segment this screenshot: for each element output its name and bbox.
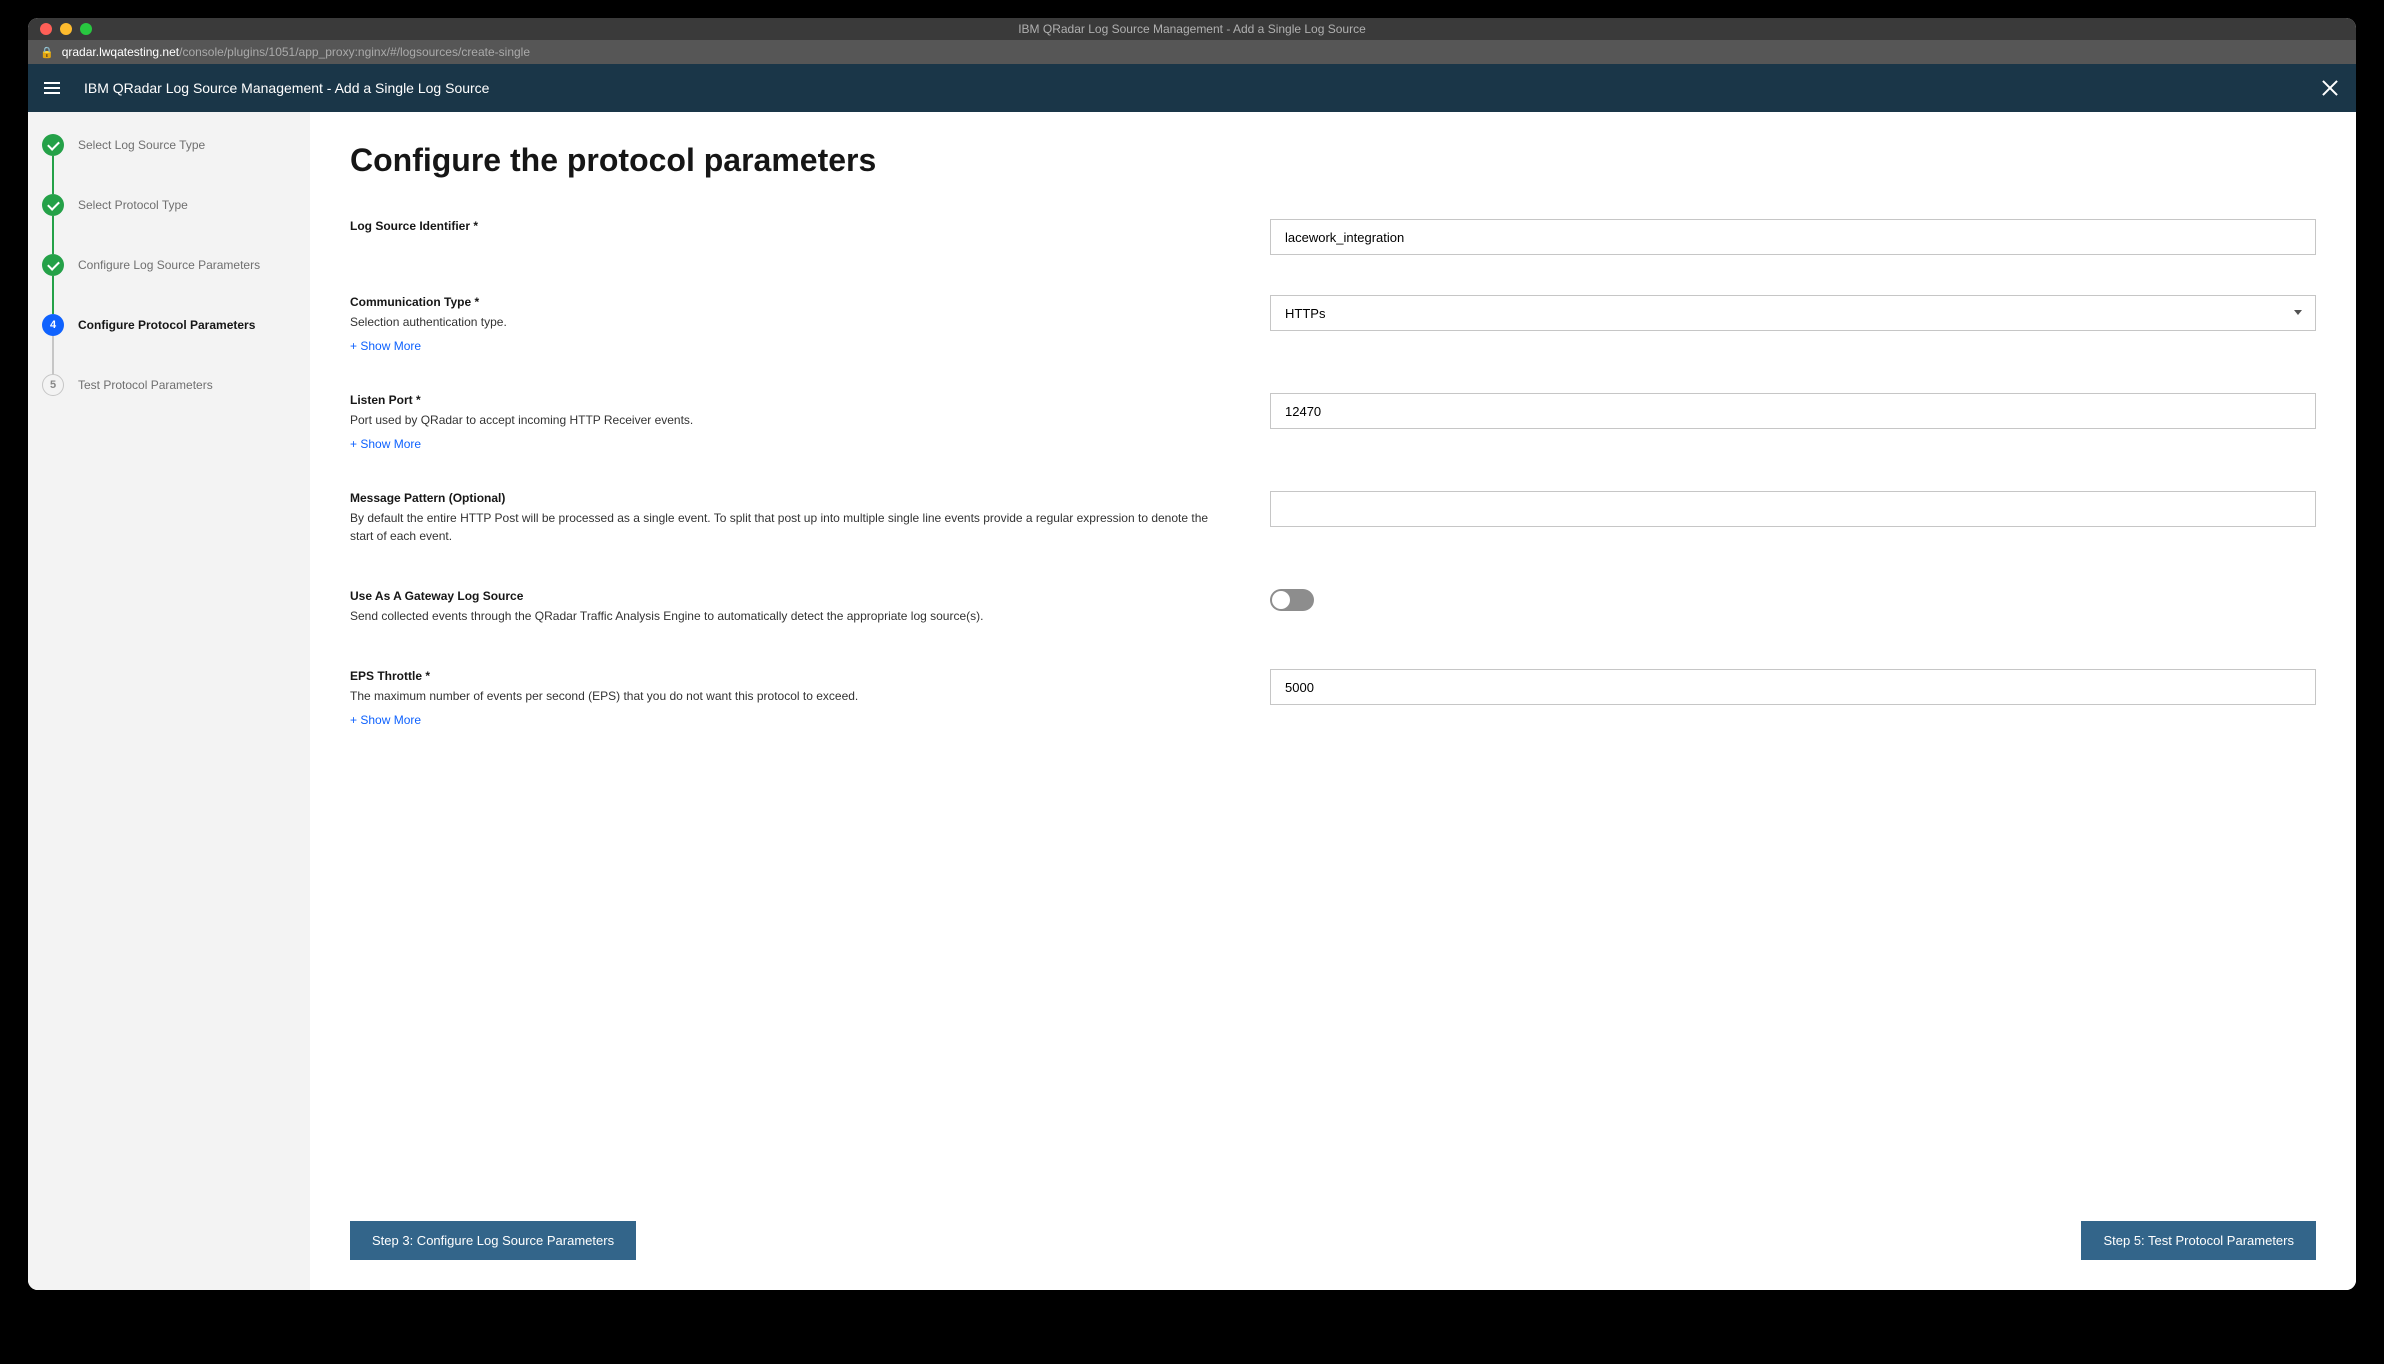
form-content: Configure the protocol parameters Log So…: [310, 112, 2356, 1221]
step-configure-log-source-parameters[interactable]: Configure Log Source Parameters: [42, 254, 296, 276]
communication-type-select[interactable]: HTTPs: [1270, 295, 2316, 331]
browser-urlbar[interactable]: 🔒 qradar.lwqatesting.net/console/plugins…: [28, 40, 2356, 64]
desc-message-pattern: By default the entire HTTP Post will be …: [350, 509, 1230, 545]
label-gateway: Use As A Gateway Log Source: [350, 589, 1230, 603]
close-icon[interactable]: [2320, 78, 2340, 98]
label-log-source-identifier: Log Source Identifier *: [350, 219, 1230, 233]
wizard-footer: Step 3: Configure Log Source Parameters …: [310, 1221, 2356, 1290]
eps-throttle-input[interactable]: [1270, 669, 2316, 705]
toggle-knob-icon: [1272, 591, 1290, 609]
app-body: Select Log Source Type Select Protocol T…: [28, 112, 2356, 1290]
show-more-communication-type[interactable]: + Show More: [350, 339, 421, 353]
step-select-log-source-type[interactable]: Select Log Source Type: [42, 134, 296, 156]
row-listen-port: Listen Port * Port used by QRadar to acc…: [350, 393, 2316, 451]
desc-gateway: Send collected events through the QRadar…: [350, 607, 1230, 625]
row-eps-throttle: EPS Throttle * The maximum number of eve…: [350, 669, 2316, 727]
label-message-pattern: Message Pattern (Optional): [350, 491, 1230, 505]
desc-eps-throttle: The maximum number of events per second …: [350, 687, 1230, 705]
desc-listen-port: Port used by QRadar to accept incoming H…: [350, 411, 1230, 429]
wizard-steps-sidebar: Select Log Source Type Select Protocol T…: [28, 112, 310, 1290]
check-icon: [50, 141, 57, 150]
desc-communication-type: Selection authentication type.: [350, 313, 1230, 331]
lock-icon: 🔒: [40, 46, 54, 59]
app-window: IBM QRadar Log Source Management - Add a…: [28, 18, 2356, 1290]
message-pattern-input[interactable]: [1270, 491, 2316, 527]
row-message-pattern: Message Pattern (Optional) By default th…: [350, 491, 2316, 549]
app-header: IBM QRadar Log Source Management - Add a…: [28, 64, 2356, 112]
label-listen-port: Listen Port *: [350, 393, 1230, 407]
step-configure-protocol-parameters[interactable]: 4 Configure Protocol Parameters: [42, 314, 296, 336]
window-title: IBM QRadar Log Source Management - Add a…: [28, 22, 2356, 36]
label-eps-throttle: EPS Throttle *: [350, 669, 1230, 683]
page-title: Configure the protocol parameters: [350, 142, 2316, 179]
row-communication-type: Communication Type * Selection authentic…: [350, 295, 2316, 353]
url-path: /console/plugins/1051/app_proxy:nginx/#/…: [179, 45, 530, 59]
show-more-listen-port[interactable]: + Show More: [350, 437, 421, 451]
url-domain: qradar.lwqatesting.net: [62, 45, 179, 59]
app-header-title: IBM QRadar Log Source Management - Add a…: [84, 80, 489, 96]
label-communication-type: Communication Type *: [350, 295, 1230, 309]
listen-port-input[interactable]: [1270, 393, 2316, 429]
step-test-protocol-parameters[interactable]: 5 Test Protocol Parameters: [42, 374, 296, 396]
check-icon: [50, 261, 57, 270]
back-button[interactable]: Step 3: Configure Log Source Parameters: [350, 1221, 636, 1260]
row-log-source-identifier: Log Source Identifier *: [350, 219, 2316, 255]
main-panel: Configure the protocol parameters Log So…: [310, 112, 2356, 1290]
gateway-toggle[interactable]: [1270, 589, 1314, 611]
next-button[interactable]: Step 5: Test Protocol Parameters: [2081, 1221, 2316, 1260]
show-more-eps-throttle[interactable]: + Show More: [350, 713, 421, 727]
check-icon: [50, 201, 57, 210]
menu-icon[interactable]: [44, 78, 64, 98]
step-select-protocol-type[interactable]: Select Protocol Type: [42, 194, 296, 216]
row-gateway: Use As A Gateway Log Source Send collect…: [350, 589, 2316, 629]
window-titlebar: IBM QRadar Log Source Management - Add a…: [28, 18, 2356, 40]
log-source-identifier-input[interactable]: [1270, 219, 2316, 255]
